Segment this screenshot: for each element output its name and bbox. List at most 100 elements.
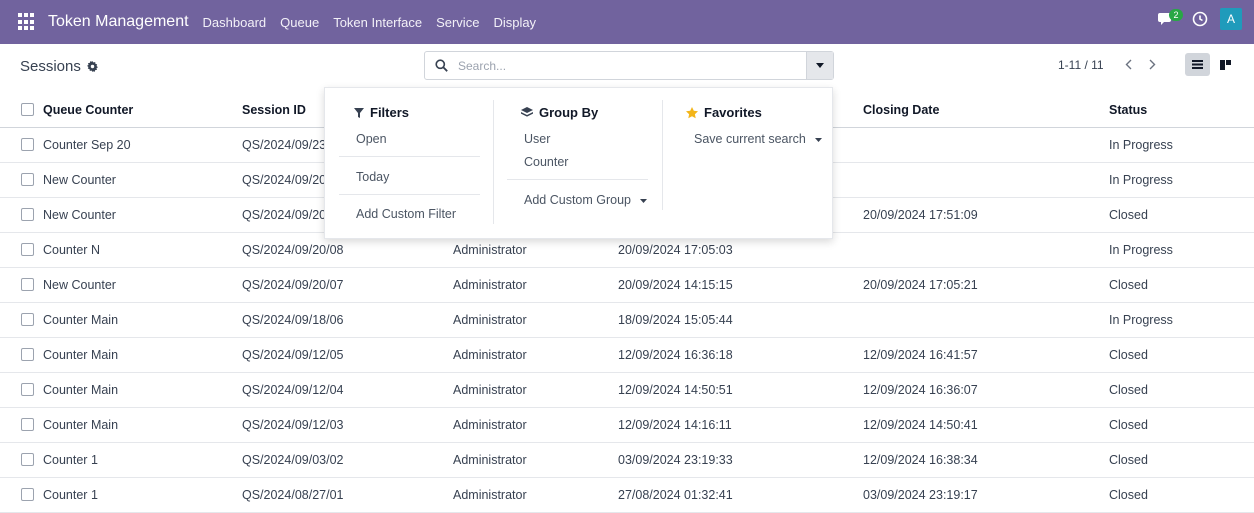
cell-status: In Progress xyxy=(1109,313,1173,327)
table-row[interactable]: New Counter QS/2024/09/20/07 Administrator… xyxy=(0,268,1254,303)
cell-user: Administrator xyxy=(453,348,527,362)
cell-queue-counter: Counter N xyxy=(43,243,100,257)
table-row[interactable]: Counter 1 QS/2024/08/27/01 Administrator 27… xyxy=(0,478,1254,513)
cell-status: Closed xyxy=(1109,383,1148,397)
kanban-view-icon xyxy=(1220,59,1231,70)
cell-session-id: QS/2024/09/03/02 xyxy=(242,453,344,467)
search-input[interactable] xyxy=(456,57,790,74)
kanban-view-button[interactable] xyxy=(1213,53,1238,76)
pager-previous-button[interactable] xyxy=(1116,53,1140,75)
cell-session-id: QS/2024/09/20, xyxy=(242,208,330,222)
cell-closing-date: 12/09/2024 14:50:41 xyxy=(863,418,978,432)
list-view-button[interactable] xyxy=(1185,53,1210,76)
column-closing-date[interactable]: Closing Date xyxy=(863,103,939,117)
cell-status: In Progress xyxy=(1109,173,1173,187)
cell-closing-date: 12/09/2024 16:41:57 xyxy=(863,348,978,362)
search-options-toggle[interactable] xyxy=(806,52,833,79)
caret-down-icon xyxy=(815,137,823,142)
cell-session-id: QS/2024/09/12/05 xyxy=(242,348,344,362)
cell-queue-counter: Counter Main xyxy=(43,313,119,327)
cell-queue-counter: New Counter xyxy=(43,208,116,222)
cell-status: Closed xyxy=(1109,418,1148,432)
group-by-counter[interactable]: Counter xyxy=(524,155,568,169)
select-all-checkbox[interactable] xyxy=(21,103,34,116)
table-row[interactable]: Counter Main QS/2024/09/18/06 Administrato… xyxy=(0,303,1254,338)
cell-queue-counter: Counter 1 xyxy=(43,453,98,467)
main-menu: Dashboard Queue Token Interface Service … xyxy=(203,15,551,30)
column-queue-counter[interactable]: Queue Counter xyxy=(43,103,133,117)
row-checkbox[interactable] xyxy=(21,208,34,221)
menu-display[interactable]: Display xyxy=(493,15,536,30)
table-row[interactable]: Counter Main QS/2024/09/12/03 Administrato… xyxy=(0,408,1254,443)
messages-icon[interactable]: 2 xyxy=(1158,9,1183,29)
cell-opening-date: 12/09/2024 14:16:11 xyxy=(618,418,732,432)
cell-session-id: QS/2024/09/12/03 xyxy=(242,418,344,432)
row-checkbox[interactable] xyxy=(21,313,34,326)
caret-down-icon xyxy=(816,63,824,68)
cell-closing-date: 20/09/2024 17:51:09 xyxy=(863,208,978,222)
star-icon xyxy=(686,106,698,118)
table-row[interactable]: Counter 1 QS/2024/09/03/02 Administrator 03… xyxy=(0,443,1254,478)
row-checkbox[interactable] xyxy=(21,173,34,186)
layers-icon xyxy=(521,107,533,117)
cell-session-id: QS/2024/09/20/08 xyxy=(242,243,344,257)
cell-queue-counter: Counter 1 xyxy=(43,488,98,502)
search-icon xyxy=(435,59,448,72)
filter-today[interactable]: Today xyxy=(356,170,389,184)
cell-status: Closed xyxy=(1109,208,1148,222)
add-custom-filter[interactable]: Add Custom Filter xyxy=(356,207,456,221)
cell-opening-date: 27/08/2024 01:32:41 xyxy=(618,488,733,502)
pager-next-button[interactable] xyxy=(1140,53,1164,75)
cell-queue-counter: Counter Sep 20 xyxy=(43,138,131,152)
messages-badge: 2 xyxy=(1169,9,1183,21)
apps-grid-icon[interactable] xyxy=(18,13,36,31)
cell-closing-date: 12/09/2024 16:38:34 xyxy=(863,453,978,467)
user-avatar[interactable]: A xyxy=(1220,8,1242,30)
column-session-id[interactable]: Session ID xyxy=(242,103,306,117)
cell-session-id: QS/2024/09/23, xyxy=(242,138,330,152)
favorites-section: Favorites Save current search xyxy=(662,88,832,218)
cell-session-id: QS/2024/09/18/06 xyxy=(242,313,344,327)
group-by-user[interactable]: User xyxy=(524,132,550,146)
cell-session-id: QS/2024/09/20/07 xyxy=(242,278,344,292)
menu-service[interactable]: Service xyxy=(436,15,479,30)
search-bar xyxy=(424,51,834,80)
activity-clock-icon[interactable] xyxy=(1192,11,1208,27)
cell-user: Administrator xyxy=(453,278,527,292)
favorites-title-label: Favorites xyxy=(704,105,762,120)
cell-opening-date: 20/09/2024 14:15:15 xyxy=(618,278,733,292)
cell-status: Closed xyxy=(1109,488,1148,502)
row-checkbox[interactable] xyxy=(21,453,34,466)
menu-dashboard[interactable]: Dashboard xyxy=(203,15,267,30)
cell-opening-date: 18/09/2024 15:05:44 xyxy=(618,313,733,327)
row-checkbox[interactable] xyxy=(21,243,34,256)
app-brand[interactable]: Token Management xyxy=(48,13,189,31)
cell-queue-counter: Counter Main xyxy=(43,383,119,397)
filters-title: Filters xyxy=(354,105,409,120)
filter-open[interactable]: Open xyxy=(356,132,387,146)
cell-user: Administrator xyxy=(453,383,527,397)
save-current-search[interactable]: Save current search xyxy=(694,132,823,146)
row-checkbox[interactable] xyxy=(21,348,34,361)
cell-opening-date: 03/09/2024 23:19:33 xyxy=(618,453,733,467)
row-checkbox[interactable] xyxy=(21,488,34,501)
column-status[interactable]: Status xyxy=(1109,103,1147,117)
top-navbar: Token Management Dashboard Queue Token I… xyxy=(0,0,1254,44)
table-row[interactable]: Counter Main QS/2024/09/12/05 Administrato… xyxy=(0,338,1254,373)
menu-queue[interactable]: Queue xyxy=(280,15,319,30)
row-checkbox[interactable] xyxy=(21,418,34,431)
table-row[interactable]: Counter Main QS/2024/09/12/04 Administrato… xyxy=(0,373,1254,408)
cell-closing-date: 20/09/2024 17:05:21 xyxy=(863,278,978,292)
row-checkbox[interactable] xyxy=(21,138,34,151)
cell-session-id: QS/2024/09/20, xyxy=(242,173,330,187)
row-checkbox[interactable] xyxy=(21,278,34,291)
row-checkbox[interactable] xyxy=(21,383,34,396)
menu-token-interface[interactable]: Token Interface xyxy=(333,15,422,30)
gear-icon[interactable] xyxy=(86,61,98,72)
add-custom-group[interactable]: Add Custom Group xyxy=(524,193,648,207)
cell-session-id: QS/2024/09/12/04 xyxy=(242,383,344,397)
pager-value[interactable]: 1-11 / 11 xyxy=(1058,58,1104,72)
filters-section: Filters Open Today Add Custom Filter xyxy=(325,100,494,224)
chevron-left-icon xyxy=(1125,59,1131,69)
cell-opening-date: 20/09/2024 17:05:03 xyxy=(618,243,733,257)
